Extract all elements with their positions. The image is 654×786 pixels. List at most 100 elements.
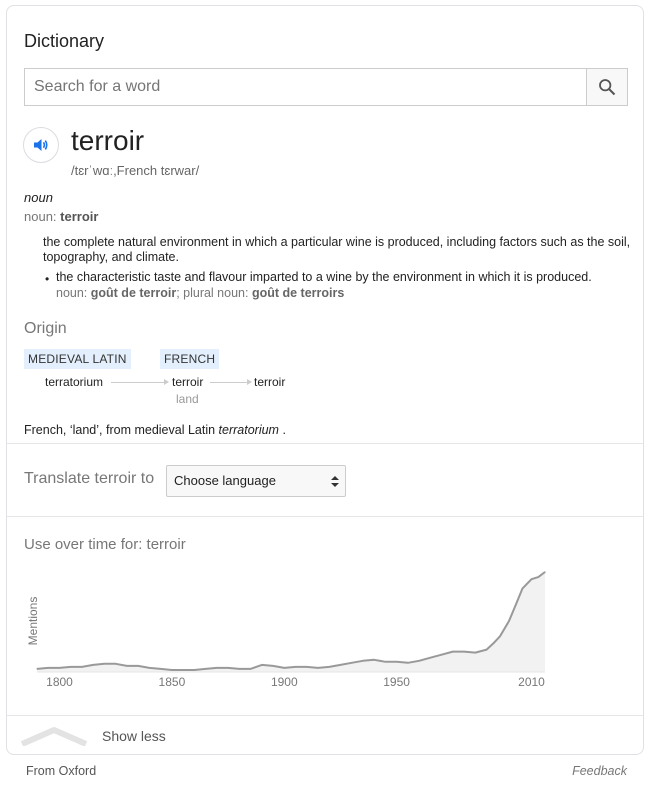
speaker-icon [34, 139, 48, 151]
x-tick-label: 1800 [46, 675, 73, 689]
usage-point [70, 666, 72, 668]
etymology-word-1: terratorium [45, 375, 104, 389]
usage-point [148, 667, 150, 669]
y-axis-label: Mentions [26, 597, 40, 646]
x-tick-label: 1950 [383, 675, 410, 689]
card-title: Dictionary [24, 31, 105, 51]
definition-1: the complete natural environment in whic… [43, 235, 631, 264]
usage-chart: Mentions 1800 1850 1900 1950 2010 [26, 571, 546, 689]
chevron-up-icon [20, 727, 88, 746]
pronunciation-button[interactable] [23, 127, 59, 163]
divider-2 [7, 516, 643, 517]
def2-noun: goût de terroir [90, 286, 177, 300]
headword: terroir [71, 125, 145, 156]
etymology-word-2: terroir [172, 375, 204, 389]
usage-point [515, 604, 517, 606]
feedback-link[interactable]: Feedback [572, 764, 627, 778]
usage-point [339, 664, 342, 666]
usage-point [452, 651, 454, 653]
usage-point [328, 666, 330, 668]
definition-2-forms: noun: goût de terroir; plural noun: goût… [56, 286, 344, 300]
bullet-icon: • [45, 272, 50, 286]
source-attribution: From Oxford [26, 764, 97, 778]
etymology-arrow-2 [210, 379, 252, 385]
usage-point [92, 664, 94, 666]
search-box [24, 68, 628, 106]
usage-point [205, 668, 207, 670]
phonetic: /tɛrˈwɑː,French tɛrwar/ [71, 163, 200, 178]
usage-point [418, 660, 420, 662]
noun-form: noun: terroir [24, 209, 98, 224]
dictionary-card: Dictionary terroir /tɛrˈwɑː,French tɛrwa… [6, 5, 644, 755]
usage-point [249, 668, 252, 670]
noun-form-word: terroir [60, 209, 99, 224]
origin-text-pre: French, ‘land’, from medieval Latin [24, 423, 219, 437]
usage-point [283, 667, 285, 669]
usage-point [521, 587, 524, 589]
usage-point [530, 578, 533, 580]
usage-point [407, 662, 409, 664]
usage-point [499, 635, 501, 637]
origin-text: French, ‘land’, from medieval Latin terr… [24, 423, 286, 437]
origin-tag-french[interactable]: FRENCH [160, 349, 220, 369]
usage-point [47, 667, 49, 669]
def2-plural-prefix: ; plural noun: [176, 286, 252, 300]
origin-tag-medieval-latin[interactable]: MEDIEVAL LATIN [24, 349, 131, 369]
search-icon [599, 79, 616, 96]
usage-point [362, 660, 364, 662]
usage-point [429, 657, 431, 659]
usage-point [238, 668, 240, 670]
usage-point [537, 576, 539, 578]
usage-point [36, 668, 38, 670]
search-button[interactable] [586, 69, 627, 105]
noun-form-prefix: noun: [24, 209, 61, 224]
usage-area [37, 572, 545, 672]
usage-point [81, 666, 83, 668]
usage-point [492, 642, 494, 644]
etymology-arrow-1 [111, 379, 169, 385]
divider-3 [7, 715, 643, 716]
show-less-label: Show less [102, 728, 166, 744]
language-select[interactable]: Choose language [166, 465, 346, 497]
origin-text-latin: terratorium [218, 423, 279, 437]
usage-point [272, 665, 274, 667]
usage-point [384, 661, 386, 663]
show-less-button[interactable]: Show less [20, 722, 180, 750]
updown-arrows-icon [331, 476, 339, 487]
etymology-gloss: land [176, 392, 199, 406]
usage-point [261, 664, 263, 666]
usage-point [396, 661, 398, 663]
x-tick-label: 1850 [159, 675, 186, 689]
usage-point [216, 667, 218, 669]
search-input[interactable] [25, 69, 589, 105]
usage-point [463, 651, 465, 653]
usage-point [351, 662, 353, 664]
etymology-word-3: terroir [254, 375, 286, 389]
language-select-value: Choose language [174, 473, 276, 488]
usage-point [137, 665, 139, 667]
def2-noun-prefix: noun: [56, 286, 91, 300]
translate-label: Translate terroir to [24, 470, 155, 487]
usage-point [103, 663, 105, 665]
usage-point [544, 571, 546, 573]
usage-point [317, 667, 319, 669]
usage-point [193, 669, 195, 671]
origin-title: Origin [24, 320, 67, 337]
usage-point [486, 649, 488, 651]
usage-point [227, 667, 229, 669]
part-of-speech: noun [24, 190, 53, 205]
def2-plural: goût de terroirs [251, 286, 345, 300]
origin-text-post: . [278, 423, 286, 437]
definition-2: the characteristic taste and flavour imp… [56, 270, 592, 284]
x-tick-label: 2010 [518, 675, 545, 689]
usage-point [508, 620, 510, 622]
usage-point [126, 665, 128, 667]
usage-point [160, 668, 162, 670]
usage-point [441, 654, 443, 656]
usage-point [294, 666, 297, 668]
usage-chart-title: Use over time for: terroir [24, 536, 186, 553]
usage-point [115, 663, 117, 665]
x-tick-label: 1900 [271, 675, 298, 689]
usage-point [373, 659, 375, 661]
divider-1 [7, 443, 643, 444]
